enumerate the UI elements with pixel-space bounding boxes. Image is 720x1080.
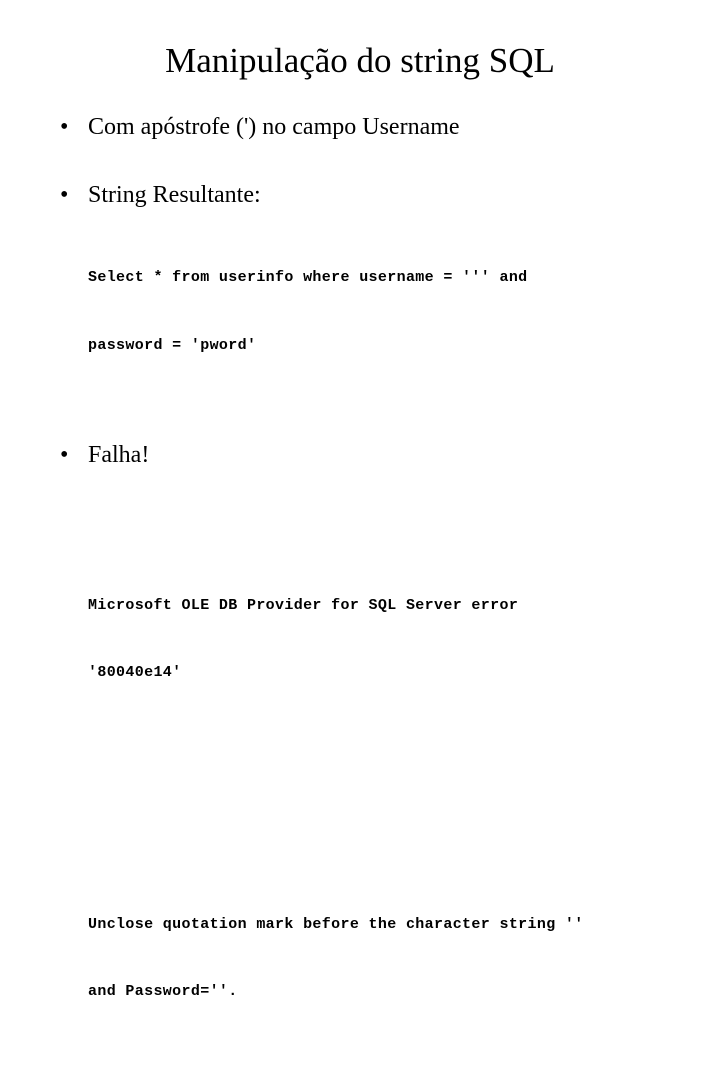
sql-code-block: Select * from userinfo where username = …: [0, 222, 720, 402]
bullet-point-icon: •: [60, 182, 69, 208]
sql-code-line: password = 'pword': [88, 336, 257, 354]
bullet-item-label: Falha!: [88, 442, 150, 468]
slide-canvas: Manipulação do string SQL • Com apóstrof…: [0, 0, 720, 1000]
bullet-item-resulting-string: • String Resultante:: [0, 180, 720, 210]
error-output-line: and Password=''.: [88, 983, 238, 1000]
sql-code-line: Select * from userinfo where username = …: [88, 269, 528, 286]
bullet-item-label: Com apóstrofe (') no campo Username: [88, 114, 460, 140]
error-output-line: '80040e14': [88, 664, 182, 681]
error-group-quotation: Unclose quotation mark before the charac…: [88, 869, 720, 1049]
error-output-line: Unclose quotation mark before the charac…: [88, 915, 584, 933]
error-group-provider: Microsoft OLE DB Provider for SQL Server…: [88, 550, 720, 730]
bullet-item-failure: • Falha!: [0, 440, 720, 470]
bullet-item-apostrophe: • Com apóstrofe (') no campo Username: [0, 112, 720, 142]
bullet-item-label: String Resultante:: [88, 182, 261, 208]
error-output-line: Microsoft OLE DB Provider for SQL Server…: [88, 596, 519, 614]
bullet-point-icon: •: [60, 114, 69, 140]
error-output-block: Microsoft OLE DB Provider for SQL Server…: [0, 482, 720, 1080]
slide-body: • Com apóstrofe (') no campo Username • …: [0, 112, 720, 1080]
bullet-point-icon: •: [60, 442, 69, 468]
page-title: Manipulação do string SQL: [165, 41, 555, 80]
